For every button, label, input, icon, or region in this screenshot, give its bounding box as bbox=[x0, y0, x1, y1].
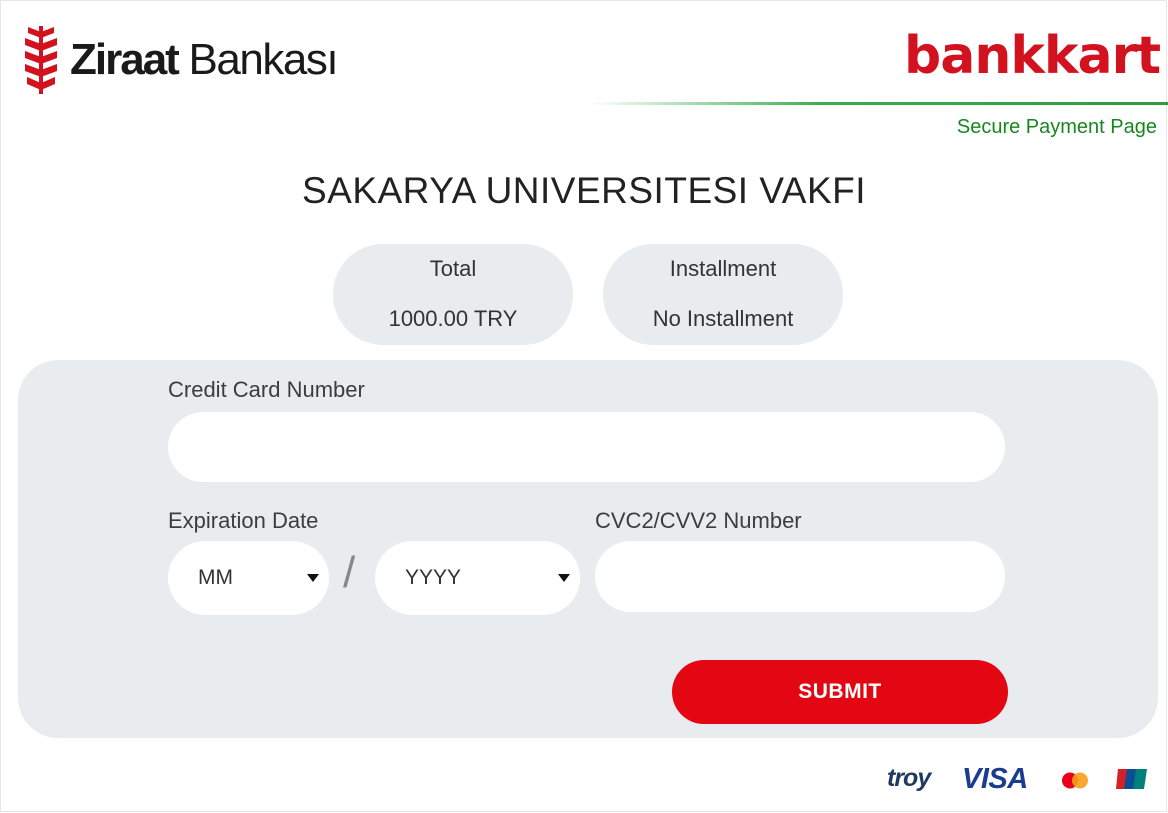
installment-value: No Installment bbox=[652, 306, 794, 331]
date-separator: / bbox=[343, 548, 356, 597]
bank-name-bold: Ziraat bbox=[70, 35, 180, 84]
bank-name: Ziraat Bankası bbox=[70, 35, 339, 84]
submit-button[interactable]: SUBMIT bbox=[672, 660, 1008, 724]
expiration-year-select[interactable]: YYYY bbox=[375, 541, 580, 615]
header-divider bbox=[590, 102, 1168, 105]
merchant-name: SAKARYA UNIVERSITESI VAKFI bbox=[301, 170, 867, 211]
month-selected-value: MM bbox=[198, 566, 233, 589]
card-number-input[interactable] bbox=[168, 412, 1005, 482]
troy-logo: troy bbox=[887, 764, 931, 792]
expiration-month-select[interactable]: MM bbox=[168, 541, 329, 615]
card-number-label: Credit Card Number bbox=[168, 377, 365, 402]
unionpay-logo bbox=[1116, 769, 1147, 789]
ziraat-bankasi-logo: Ziraat Bankası bbox=[24, 26, 339, 94]
mastercard-logo bbox=[1062, 772, 1088, 789]
installment-label: Installment bbox=[669, 256, 777, 281]
total-value: 1000.00 TRY bbox=[388, 306, 518, 331]
chevron-down-icon bbox=[558, 574, 570, 582]
bank-name-rest: Bankası bbox=[177, 35, 339, 84]
year-selected-value: YYYY bbox=[405, 566, 462, 589]
expiration-date-label: Expiration Date bbox=[168, 508, 319, 533]
secure-payment-label: Secure Payment Page bbox=[956, 116, 1157, 138]
cvv-input[interactable] bbox=[595, 541, 1005, 612]
installment-summary: Installment No Installment bbox=[603, 244, 843, 345]
chevron-down-icon bbox=[307, 574, 319, 582]
wheat-icon bbox=[25, 26, 57, 94]
cvv-label: CVC2/CVV2 Number bbox=[595, 508, 802, 533]
bankkart-logo: bankkart bbox=[904, 26, 1161, 86]
total-label: Total bbox=[429, 256, 477, 281]
total-summary: Total 1000.00 TRY bbox=[333, 244, 573, 345]
visa-logo: VISA bbox=[962, 763, 1028, 795]
